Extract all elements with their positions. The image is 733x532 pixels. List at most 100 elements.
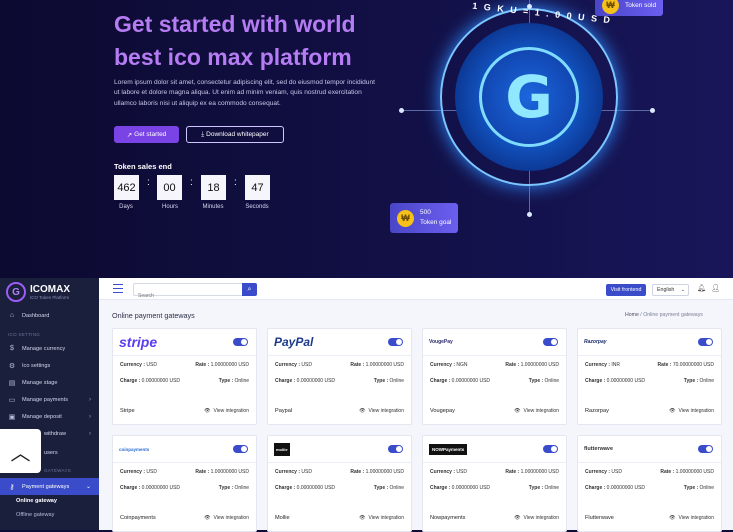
gateway-toggle[interactable] — [233, 445, 248, 453]
view-integration-link[interactable]: 👁︎ View integration — [204, 515, 249, 521]
menu-icon[interactable] — [113, 284, 123, 293]
countdown-minutes-value: 18 — [201, 175, 226, 200]
gateway-charge: Charge : 0.00000000 USD — [430, 484, 494, 492]
download-icon: ⤓ — [201, 130, 205, 138]
orbit-dot — [650, 108, 655, 113]
bell-icon[interactable]: 🔔︎ — [697, 284, 706, 292]
type-label: Type : — [373, 378, 389, 384]
language-select[interactable]: English ⌄ — [652, 284, 689, 296]
rate-label: Rate : — [350, 362, 365, 368]
currency-label: Currency : — [585, 469, 611, 475]
sidebar-item-payment-gateways[interactable]: ⚷ Payment gateways ⌄ — [0, 478, 99, 495]
gateway-rate: Rate : 1.00000000 USD — [660, 469, 714, 475]
gateway-logo-text: mollie — [274, 442, 290, 456]
gateway-logo-text: PayPal — [274, 335, 314, 349]
gateway-toggle[interactable] — [388, 338, 403, 346]
view-integration-label: View integration — [213, 515, 250, 521]
rate-label: Rate : — [350, 469, 365, 475]
file-icon: ▤ — [8, 379, 16, 387]
gateway-rate: Rate : 1.00000000 USD — [350, 469, 404, 475]
sidebar-subitem-online-gateway[interactable]: Online gateway — [16, 498, 57, 504]
view-integration-link[interactable]: 👁︎ View integration — [514, 408, 559, 414]
rate-label: Rate : — [505, 362, 520, 368]
sidebar-subitem-offline-gateway[interactable]: Offline gateway — [16, 512, 54, 518]
charge-value: 0.00000000 USD — [606, 485, 646, 491]
gateway-card: coinpayments Currency : USD Rate : 1.00000… — [112, 435, 257, 532]
gateway-logo: PayPal — [274, 335, 314, 349]
eye-icon: 👁︎ — [669, 408, 676, 414]
gateway-toggle[interactable] — [543, 338, 558, 346]
sidebar-item-manage-currency[interactable]: $ Manage currency — [0, 340, 99, 357]
type-value: Online — [234, 485, 249, 491]
chevron-down-icon: ⌄ — [85, 484, 91, 490]
get-started-button[interactable]: ↗ Get started — [114, 126, 179, 143]
sidebar-item-manage-stage[interactable]: ▤ Manage stage — [0, 374, 99, 391]
gateway-toggle[interactable] — [698, 338, 713, 346]
eye-icon: 👁︎ — [204, 515, 211, 521]
type-value: Online — [544, 485, 559, 491]
view-integration-label: View integration — [368, 515, 405, 521]
gateway-type: Type : Online — [344, 377, 404, 385]
view-integration-label: View integration — [523, 408, 560, 414]
view-integration-link[interactable]: 👁︎ View integration — [669, 408, 714, 414]
charge-label: Charge : — [585, 378, 606, 384]
card-icon: ▭ — [8, 396, 16, 404]
countdown-days-label: Days — [119, 204, 133, 210]
gateway-logo: VougePay — [429, 336, 453, 348]
view-integration-link[interactable]: 👁︎ View integration — [669, 515, 714, 521]
currency-label: Currency : — [275, 362, 301, 368]
view-integration-link[interactable]: 👁︎ View integration — [514, 515, 559, 521]
currency-label: Currency : — [120, 362, 146, 368]
rate-value: 70.00000000 USD — [672, 362, 714, 368]
currency-value: USD — [146, 469, 157, 475]
gateway-toggle[interactable] — [698, 445, 713, 453]
card-divider — [268, 462, 411, 463]
card-divider — [423, 462, 566, 463]
brand-logo[interactable]: G ICOMAX ICO Token Platform — [6, 282, 70, 302]
sidebar-item-manage-payments[interactable]: ▭ Manage payments › — [0, 391, 99, 408]
gateway-name: Nowpayments — [430, 515, 466, 521]
gateway-toggle[interactable] — [543, 445, 558, 453]
logo-icon: G — [6, 282, 26, 302]
sidebar-item-manage-deposit[interactable]: ▣ Manage deposit › — [0, 408, 99, 425]
scroll-to-top-button[interactable]: ︿ — [0, 429, 41, 473]
charge-value: 0.00000000 USD — [141, 378, 181, 384]
breadcrumb-home[interactable]: Home — [625, 312, 639, 318]
gateway-logo-text: NOWPayments — [429, 443, 468, 455]
card-divider — [113, 462, 256, 463]
search-button[interactable]: ⌕ — [242, 283, 257, 296]
view-integration-label: View integration — [678, 408, 715, 414]
gateway-charge: Charge : 0.00000000 USD — [430, 377, 494, 385]
sidebar-item-dashboard[interactable]: ⌂ Dashboard — [0, 307, 99, 324]
type-value: Online — [699, 378, 714, 384]
token-sold-label: Token sold — [625, 1, 657, 9]
sidebar-item-label: Manage stage — [22, 379, 58, 386]
rate-label: Rate : — [195, 362, 210, 368]
card-divider — [268, 355, 411, 356]
gateway-toggle[interactable] — [233, 338, 248, 346]
gateway-logo-text: flutterwave — [584, 446, 614, 452]
gateway-toggle[interactable] — [388, 445, 403, 453]
gateway-logo: coinpayments — [119, 443, 149, 455]
view-integration-link[interactable]: 👁︎ View integration — [359, 408, 404, 414]
rate-value: 1.00000000 USD — [675, 469, 714, 475]
gateway-currency: Currency : USD — [120, 362, 157, 368]
sidebar-item-ico-settings[interactable]: ⚙ Ico settings — [0, 357, 99, 374]
coin-icon: ₩ — [397, 209, 414, 227]
type-value: Online — [234, 378, 249, 384]
download-whitepaper-button[interactable]: ⤓ Download whitepaper — [186, 126, 284, 143]
currency-value: USD — [146, 362, 157, 368]
dashboard-icon: ⌂ — [9, 312, 15, 319]
countdown-separator: : — [190, 177, 193, 188]
gateway-type: Type : Online — [499, 377, 559, 385]
visit-frontend-button[interactable]: Visit frontend — [606, 284, 646, 296]
user-icon[interactable]: 👤︎ — [711, 284, 720, 292]
chevron-right-icon: › — [89, 413, 91, 420]
view-integration-link[interactable]: 👁︎ View integration — [204, 408, 249, 414]
sidebar-item-label: Manage deposit — [22, 413, 62, 420]
view-integration-link[interactable]: 👁︎ View integration — [359, 515, 404, 521]
gear-icon: ⚙ — [8, 362, 16, 370]
gateway-card: VougePay Currency : NGN Rate : 1.00000000 … — [422, 328, 567, 425]
gateway-charge: Charge : 0.00000000 USD — [275, 484, 339, 492]
search-input[interactable] — [134, 290, 240, 302]
